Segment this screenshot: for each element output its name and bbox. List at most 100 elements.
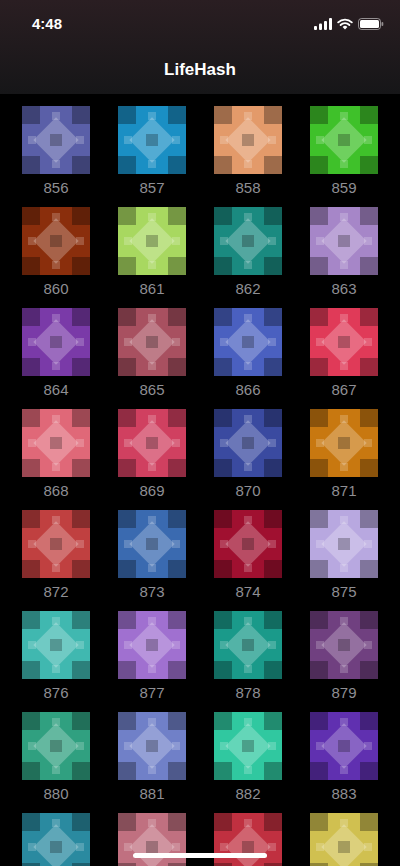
lifehash-cell[interactable]: 883 (296, 712, 392, 804)
lifehash-image[interactable] (22, 712, 90, 780)
lifehash-cell[interactable]: 880 (8, 712, 104, 804)
lifehash-image[interactable] (22, 106, 90, 174)
lifehash-image[interactable] (310, 106, 378, 174)
lifehash-number: 875 (331, 582, 356, 602)
lifehash-image[interactable] (22, 207, 90, 275)
lifehash-image[interactable] (310, 207, 378, 275)
lifehash-cell[interactable] (296, 813, 392, 866)
navigation-header: 4:48 L (0, 0, 400, 94)
lifehash-number: 883 (331, 784, 356, 804)
lifehash-image[interactable] (118, 106, 186, 174)
lifehash-image[interactable] (214, 308, 282, 376)
lifehash-image[interactable] (310, 712, 378, 780)
lifehash-cell[interactable]: 867 (296, 308, 392, 400)
lifehash-cell[interactable]: 858 (200, 106, 296, 198)
lifehash-cell[interactable]: 877 (104, 611, 200, 703)
lifehash-number: 859 (331, 178, 356, 198)
status-time: 4:48 (32, 13, 62, 36)
lifehash-cell[interactable]: 878 (200, 611, 296, 703)
lifehash-number: 861 (139, 279, 164, 299)
lifehash-image[interactable] (22, 611, 90, 679)
status-bar: 4:48 (0, 0, 400, 48)
lifehash-cell[interactable]: 874 (200, 510, 296, 602)
lifehash-cell[interactable] (8, 813, 104, 866)
lifehash-number: 874 (235, 582, 260, 602)
lifehash-number: 871 (331, 481, 356, 501)
lifehash-cell[interactable] (104, 813, 200, 866)
lifehash-number: 865 (139, 380, 164, 400)
lifehash-cell[interactable]: 859 (296, 106, 392, 198)
lifehash-image[interactable] (118, 510, 186, 578)
lifehash-number: 879 (331, 683, 356, 703)
lifehash-number: 868 (43, 481, 68, 501)
lifehash-number: 870 (235, 481, 260, 501)
lifehash-number: 857 (139, 178, 164, 198)
lifehash-cell[interactable]: 861 (104, 207, 200, 299)
lifehash-number: 867 (331, 380, 356, 400)
lifehash-cell[interactable]: 875 (296, 510, 392, 602)
lifehash-image[interactable] (214, 207, 282, 275)
lifehash-image[interactable] (214, 409, 282, 477)
lifehash-cell[interactable]: 860 (8, 207, 104, 299)
lifehash-image[interactable] (118, 712, 186, 780)
lifehash-number: 876 (43, 683, 68, 703)
lifehash-image[interactable] (22, 308, 90, 376)
lifehash-number: 860 (43, 279, 68, 299)
lifehash-image[interactable] (310, 409, 378, 477)
lifehash-cell[interactable]: 866 (200, 308, 296, 400)
lifehash-number: 866 (235, 380, 260, 400)
lifehash-image[interactable] (310, 611, 378, 679)
lifehash-cell[interactable]: 882 (200, 712, 296, 804)
lifehash-cell[interactable]: 857 (104, 106, 200, 198)
screen: 4:48 L (0, 0, 400, 866)
lifehash-cell[interactable]: 871 (296, 409, 392, 501)
lifehash-cell[interactable] (200, 813, 296, 866)
lifehash-image[interactable] (214, 510, 282, 578)
lifehash-cell[interactable]: 862 (200, 207, 296, 299)
wifi-icon (337, 18, 353, 30)
lifehash-image[interactable] (118, 409, 186, 477)
lifehash-image[interactable] (214, 813, 282, 866)
lifehash-number: 880 (43, 784, 68, 804)
lifehash-number: 864 (43, 380, 68, 400)
lifehash-image[interactable] (310, 813, 378, 866)
lifehash-grid: 856 857 858 859 860 861 862 863 864 865 866 867 868 8… (0, 94, 400, 866)
lifehash-image[interactable] (214, 106, 282, 174)
nav-bar: LifeHash (0, 48, 400, 94)
lifehash-cell[interactable]: 879 (296, 611, 392, 703)
lifehash-image[interactable] (22, 510, 90, 578)
lifehash-cell[interactable]: 856 (8, 106, 104, 198)
status-icons (314, 18, 384, 30)
lifehash-number: 858 (235, 178, 260, 198)
lifehash-image[interactable] (118, 611, 186, 679)
lifehash-image[interactable] (118, 308, 186, 376)
lifehash-number: 872 (43, 582, 68, 602)
lifehash-number: 882 (235, 784, 260, 804)
nav-title: LifeHash (164, 57, 236, 83)
lifehash-image[interactable] (310, 308, 378, 376)
lifehash-image[interactable] (214, 611, 282, 679)
lifehash-number: 869 (139, 481, 164, 501)
lifehash-cell[interactable]: 876 (8, 611, 104, 703)
lifehash-cell[interactable]: 872 (8, 510, 104, 602)
lifehash-cell[interactable]: 864 (8, 308, 104, 400)
lifehash-cell[interactable]: 881 (104, 712, 200, 804)
lifehash-cell[interactable]: 873 (104, 510, 200, 602)
lifehash-number: 863 (331, 279, 356, 299)
lifehash-cell[interactable]: 869 (104, 409, 200, 501)
lifehash-number: 878 (235, 683, 260, 703)
lifehash-number: 877 (139, 683, 164, 703)
lifehash-cell[interactable]: 863 (296, 207, 392, 299)
lifehash-image[interactable] (118, 813, 186, 866)
home-indicator (133, 853, 267, 858)
lifehash-image[interactable] (214, 712, 282, 780)
lifehash-number: 862 (235, 279, 260, 299)
lifehash-cell[interactable]: 870 (200, 409, 296, 501)
lifehash-image[interactable] (22, 409, 90, 477)
lifehash-image[interactable] (310, 510, 378, 578)
lifehash-number: 873 (139, 582, 164, 602)
lifehash-cell[interactable]: 865 (104, 308, 200, 400)
lifehash-image[interactable] (118, 207, 186, 275)
lifehash-image[interactable] (22, 813, 90, 866)
lifehash-cell[interactable]: 868 (8, 409, 104, 501)
